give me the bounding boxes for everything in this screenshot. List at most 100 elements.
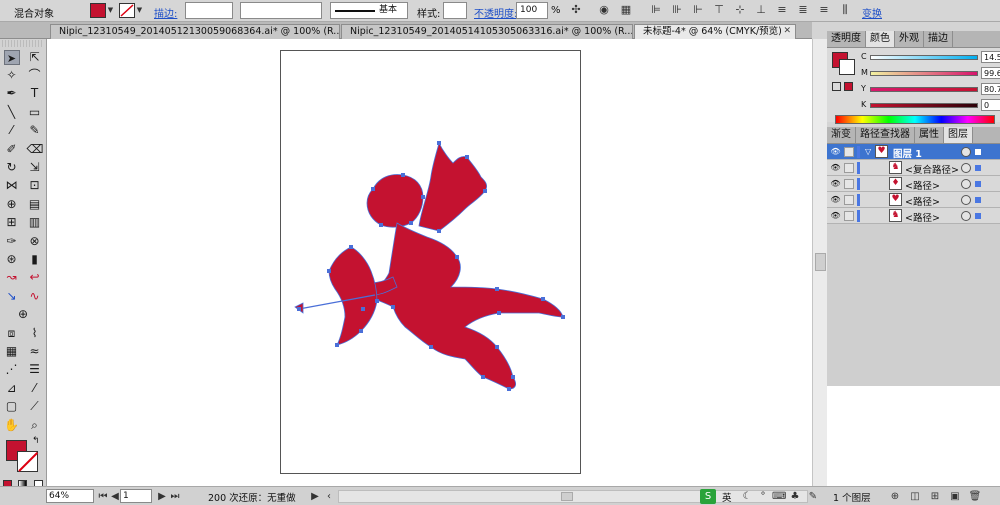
- align-left-icon[interactable]: ⊫: [649, 4, 663, 16]
- blend-tool-icon[interactable]: ⊗: [27, 234, 43, 249]
- align-right-icon[interactable]: ⊩: [691, 4, 705, 16]
- next-artboard-icon[interactable]: ▶: [155, 490, 169, 503]
- variable-width-profile-field[interactable]: [240, 2, 322, 19]
- target-circle-icon[interactable]: [961, 211, 971, 221]
- target-circle-icon[interactable]: [961, 163, 971, 173]
- layer-name[interactable]: 图层 1: [893, 146, 922, 160]
- canvas[interactable]: [47, 39, 812, 486]
- hand-tool-icon[interactable]: ✋: [4, 418, 20, 433]
- type-tool-icon[interactable]: T: [27, 86, 43, 101]
- free-transform-tool-icon[interactable]: ⊡: [27, 178, 43, 193]
- black-slider-row[interactable]: K0: [855, 99, 1000, 112]
- moon-icon[interactable]: ☾: [740, 490, 754, 503]
- tab-appearance[interactable]: 外观: [895, 31, 924, 47]
- layer-row-path-2[interactable]: 👁 ♥ <路径>: [827, 192, 1000, 208]
- tab-gradient[interactable]: 渐变: [827, 127, 856, 143]
- zoom-level-field[interactable]: 64%: [46, 489, 94, 503]
- distribute-center-icon[interactable]: ≣: [796, 4, 810, 16]
- status-menu-arrow-icon[interactable]: ▶: [308, 490, 322, 503]
- scroll-left-icon[interactable]: ‹: [322, 490, 336, 503]
- visibility-eye-icon[interactable]: 👁: [830, 179, 841, 188]
- target-circle-icon[interactable]: [961, 147, 971, 157]
- lasso-tool-icon[interactable]: ⌒: [27, 68, 43, 83]
- pipette-icon[interactable]: ⁄: [27, 381, 43, 396]
- selection-square-icon[interactable]: [975, 165, 981, 171]
- lock-toggle[interactable]: [844, 195, 854, 205]
- vertical-scrollbar[interactable]: [812, 39, 827, 486]
- shape-builder-tool-icon[interactable]: ⊕: [4, 197, 20, 212]
- artboard-number-field[interactable]: 1: [120, 489, 152, 503]
- channel-gradient-bar[interactable]: [870, 103, 978, 108]
- channel-value-input[interactable]: 0: [981, 99, 1000, 111]
- lock-toggle[interactable]: [844, 163, 854, 173]
- visibility-eye-icon[interactable]: 👁: [830, 163, 841, 172]
- rectangle-tool-icon[interactable]: ▭: [27, 105, 43, 120]
- rotate-tool-icon[interactable]: ↻: [4, 160, 20, 175]
- magic-wand-tool-icon[interactable]: ✧: [4, 68, 20, 83]
- selection-square-icon[interactable]: [975, 181, 981, 187]
- horizontal-scrollbar[interactable]: [338, 490, 808, 503]
- ime-logo-icon[interactable]: S: [700, 489, 716, 504]
- reference-point-icon[interactable]: ▦: [619, 4, 633, 16]
- list-icon[interactable]: ☰: [27, 362, 43, 377]
- document-tab-active[interactable]: 未标题-4* @ 64% (CMYK/预览) ✕: [634, 24, 796, 39]
- skin-icon[interactable]: ♣: [788, 490, 802, 503]
- last-artboard-icon[interactable]: ⏭: [168, 490, 182, 503]
- gradient-tool-icon[interactable]: ▥: [27, 215, 43, 230]
- grid-tool-icon[interactable]: ▦: [4, 344, 20, 359]
- eyedropper-tool-icon[interactable]: ✑: [4, 234, 20, 249]
- perspective-grid-tool-icon[interactable]: ▤: [27, 197, 43, 212]
- new-layer-icon[interactable]: ▣: [948, 490, 962, 503]
- layer-name[interactable]: <复合路径>: [905, 162, 959, 176]
- knife-tool-icon[interactable]: ⟋: [27, 399, 43, 414]
- scroll-thumb[interactable]: [815, 253, 826, 271]
- expand-triangle-icon[interactable]: ▽: [865, 147, 871, 156]
- eraser-tool-icon[interactable]: ⌫: [27, 142, 44, 157]
- opacity-input[interactable]: 100: [516, 2, 548, 19]
- add-anchor-point-icon[interactable]: ↝: [4, 270, 20, 285]
- align-horizontal-center-icon[interactable]: ⊪: [670, 4, 684, 16]
- layer-name[interactable]: <路径>: [905, 178, 940, 192]
- paintbrush-tool-icon[interactable]: ⁄: [4, 123, 20, 138]
- crop-tool-icon[interactable]: ▢: [4, 399, 20, 414]
- channel-value-input[interactable]: 80.78: [981, 83, 1000, 95]
- visibility-eye-icon[interactable]: 👁: [830, 211, 841, 220]
- tab-attributes[interactable]: 属性: [915, 127, 944, 143]
- convert-anchor-point-icon[interactable]: ↩: [27, 270, 43, 285]
- zoom-tool-icon[interactable]: ⌕: [27, 418, 43, 433]
- selection-square-icon[interactable]: [975, 213, 981, 219]
- distribute-bottom-icon[interactable]: ≡: [817, 4, 831, 16]
- selection-square-icon[interactable]: [975, 197, 981, 203]
- lock-toggle[interactable]: [844, 179, 854, 189]
- stroke-dropdown-arrow-icon[interactable]: ▼: [135, 3, 144, 18]
- transform-link[interactable]: 变换: [862, 5, 882, 20]
- distribute-top-icon[interactable]: ≡: [775, 4, 789, 16]
- close-tab-icon[interactable]: ✕: [783, 25, 791, 38]
- stroke-swatch[interactable]: [17, 451, 38, 473]
- out-of-gamut-cube-icon[interactable]: [832, 82, 841, 91]
- anchor-smooth-icon[interactable]: ↘: [4, 289, 20, 304]
- global-edit-icon[interactable]: ◉: [597, 4, 611, 16]
- horizontal-scroll-thumb[interactable]: [561, 492, 573, 501]
- stroke-weight-field[interactable]: [185, 2, 233, 19]
- lock-toggle[interactable]: [844, 211, 854, 221]
- new-sublayer-icon[interactable]: ⊞: [928, 490, 942, 503]
- swap-fill-stroke-icon[interactable]: ↰: [32, 436, 40, 446]
- direct-selection-tool-icon[interactable]: ⇱: [27, 50, 43, 65]
- channel-gradient-bar[interactable]: [870, 87, 978, 92]
- tab-color[interactable]: 颜色: [866, 31, 895, 47]
- last-color-swatch[interactable]: [844, 82, 853, 91]
- artboard[interactable]: [280, 50, 581, 474]
- brush-definition-field[interactable]: 基本: [330, 2, 408, 19]
- pen-tool-icon[interactable]: ✒: [4, 86, 20, 101]
- layer-row-compound-path[interactable]: 👁 ♞ <复合路径>: [827, 160, 1000, 176]
- selection-square-icon[interactable]: [975, 149, 981, 155]
- wrench-icon[interactable]: ✎: [806, 490, 820, 503]
- align-top-icon[interactable]: ⊤: [712, 4, 726, 16]
- channel-gradient-bar[interactable]: [870, 55, 978, 60]
- anchor-corner-icon[interactable]: ∿: [27, 289, 43, 304]
- visibility-eye-icon[interactable]: 👁: [830, 195, 841, 204]
- tab-transparency[interactable]: 透明度: [827, 31, 866, 47]
- target-circle-icon[interactable]: [961, 179, 971, 189]
- artboard-tool-icon[interactable]: ⧈: [4, 326, 20, 341]
